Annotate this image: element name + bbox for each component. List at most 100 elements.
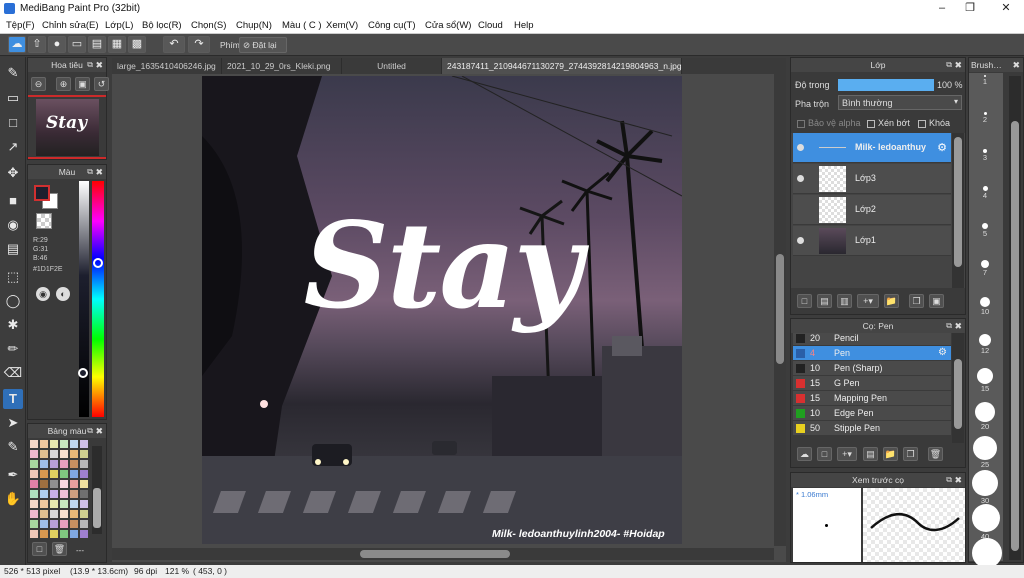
color-swatch[interactable]: [70, 530, 78, 538]
menu-layer[interactable]: Lớp(L): [105, 20, 133, 31]
brush-size-option[interactable]: 3: [972, 149, 998, 162]
tab-doc-4[interactable]: 243187411_210944671130279_27443928142198…: [442, 58, 682, 74]
select-rect-tool-icon[interactable]: ⬚: [3, 267, 23, 287]
close-icon[interactable]: ✖: [95, 165, 103, 179]
share-icon[interactable]: ⇧: [28, 36, 46, 53]
brush-scroll-thumb[interactable]: [954, 359, 962, 429]
divide-tool-icon[interactable]: ✎: [3, 437, 23, 457]
menu-view[interactable]: Xem(V): [326, 20, 358, 31]
brush-tool-icon[interactable]: ✎: [3, 63, 23, 83]
color-swatch[interactable]: [40, 520, 48, 528]
brush-size-option[interactable]: 4: [972, 186, 998, 200]
brush-size-option[interactable]: 10: [972, 297, 998, 316]
delete-brush-icon[interactable]: 🗑: [928, 447, 943, 461]
color-swatch[interactable]: [50, 450, 58, 458]
fill-rect-tool-icon[interactable]: ■: [3, 191, 23, 211]
layer-row[interactable]: Lớp1: [793, 226, 951, 256]
brush-size-option[interactable]: 2: [972, 112, 998, 124]
blend-mode-select[interactable]: Bình thường ▾: [838, 95, 962, 110]
eraser-tool-icon[interactable]: ▭: [3, 88, 23, 108]
color-swatch[interactable]: [80, 460, 88, 468]
zoom-in-icon[interactable]: ⊕: [56, 77, 71, 91]
menu-edit[interactable]: Chỉnh sửa(E): [42, 20, 99, 31]
duplicate-layer-icon[interactable]: ❐: [909, 294, 924, 308]
page-icon[interactable]: ▤: [88, 36, 106, 53]
canvas-hscroll-thumb[interactable]: [360, 550, 510, 558]
rotate-icon[interactable]: ↺: [94, 77, 109, 91]
close-icon[interactable]: ✖: [95, 58, 103, 72]
palette-scrollbar[interactable]: [92, 446, 102, 534]
bucket-tool-icon[interactable]: ◉: [3, 215, 23, 235]
color-swatch[interactable]: [40, 480, 48, 488]
opacity-slider[interactable]: [838, 79, 934, 91]
color-swatch[interactable]: [50, 520, 58, 528]
color-wheel-icon[interactable]: ◐: [56, 287, 70, 301]
float-icon[interactable]: ⧉: [87, 165, 93, 179]
brush-item[interactable]: 10 Edge Pen: [793, 406, 951, 421]
menu-window[interactable]: Cửa sổ(W): [425, 20, 471, 31]
color-swatch[interactable]: [30, 520, 38, 528]
brush-settings-icon[interactable]: ▤: [863, 447, 878, 461]
cloud-brush-icon[interactable]: ☁: [797, 447, 812, 461]
close-button[interactable]: ✕: [996, 1, 1016, 15]
move-tool-icon[interactable]: ✥: [3, 163, 23, 183]
fit-icon[interactable]: ▣: [75, 77, 90, 91]
color-swatch[interactable]: [80, 480, 88, 488]
brush-size-option[interactable]: 12: [972, 334, 998, 355]
new-halftone-layer-icon[interactable]: ▤: [817, 294, 832, 308]
trash-icon[interactable]: 🗑: [52, 542, 67, 556]
brush-item[interactable]: 4 Pen ⚙: [793, 346, 951, 361]
color-swatch[interactable]: [50, 440, 58, 448]
color-swatch[interactable]: [80, 470, 88, 478]
color-swatch[interactable]: [30, 480, 38, 488]
minimize-button[interactable]: –: [932, 1, 952, 15]
color-swatch[interactable]: [70, 460, 78, 468]
color-swatch[interactable]: [50, 530, 58, 538]
new-page-icon[interactable]: □: [32, 542, 47, 556]
menu-filter[interactable]: Bộ lọc(R): [142, 20, 182, 31]
brush-size-option[interactable]: 40: [972, 504, 1000, 541]
color-swatch[interactable]: [80, 440, 88, 448]
eye-icon[interactable]: [797, 237, 804, 244]
color-swatch[interactable]: [50, 480, 58, 488]
new-brush-icon[interactable]: □: [817, 447, 832, 461]
color-swatch[interactable]: [40, 510, 48, 518]
brush-size-option[interactable]: 15: [972, 368, 998, 393]
comment-icon[interactable]: ●: [48, 36, 66, 53]
brush-item[interactable]: 10 Pen (Sharp): [793, 361, 951, 376]
tab-doc-3[interactable]: Untitled: [342, 58, 442, 74]
cloud-icon[interactable]: ☁: [8, 36, 26, 53]
color-swatch[interactable]: [30, 440, 38, 448]
hand-tool-icon[interactable]: ✋: [3, 489, 23, 509]
duplicate-brush-icon[interactable]: ❐: [903, 447, 918, 461]
color-swatch[interactable]: [60, 480, 68, 488]
color-swatch[interactable]: [60, 450, 68, 458]
tab-doc-2[interactable]: 2021_10_29_0rs_Kleki.png: [222, 58, 342, 74]
layer-scrollbar[interactable]: [952, 133, 964, 288]
float-icon[interactable]: ⧉: [946, 473, 952, 487]
gradient-tool-icon[interactable]: ▤: [3, 239, 23, 259]
float-icon[interactable]: ⧉: [946, 319, 952, 333]
navigator-thumbnail[interactable]: Stay: [36, 99, 99, 156]
folder-icon[interactable]: 📁: [884, 294, 899, 308]
color-swatch[interactable]: [50, 490, 58, 498]
color-swatch[interactable]: [50, 500, 58, 508]
select-pen-tool-icon[interactable]: ✏: [3, 339, 23, 359]
color-swatch[interactable]: [30, 470, 38, 478]
zoom-out-icon[interactable]: ⊖: [31, 77, 46, 91]
speech-icon[interactable]: ▭: [68, 36, 86, 53]
color-swatch[interactable]: [50, 510, 58, 518]
merge-layer-icon[interactable]: ▣: [929, 294, 944, 308]
maximize-button[interactable]: ❐: [960, 1, 980, 15]
color-swatch[interactable]: [70, 500, 78, 508]
menu-file[interactable]: Tệp(F): [6, 20, 35, 31]
undo-icon[interactable]: ↶: [163, 36, 185, 53]
float-icon[interactable]: ⧉: [87, 424, 93, 438]
brush-size-scrollbar[interactable]: [1009, 76, 1021, 560]
brush-size-scroll-thumb[interactable]: [1011, 121, 1019, 551]
color-swatch[interactable]: [60, 520, 68, 528]
clip-checkbox[interactable]: Xén bớt: [867, 118, 910, 128]
new-layer-icon[interactable]: □: [797, 294, 812, 308]
color-swatch[interactable]: [60, 490, 68, 498]
canvas-hscroll[interactable]: [112, 548, 774, 560]
